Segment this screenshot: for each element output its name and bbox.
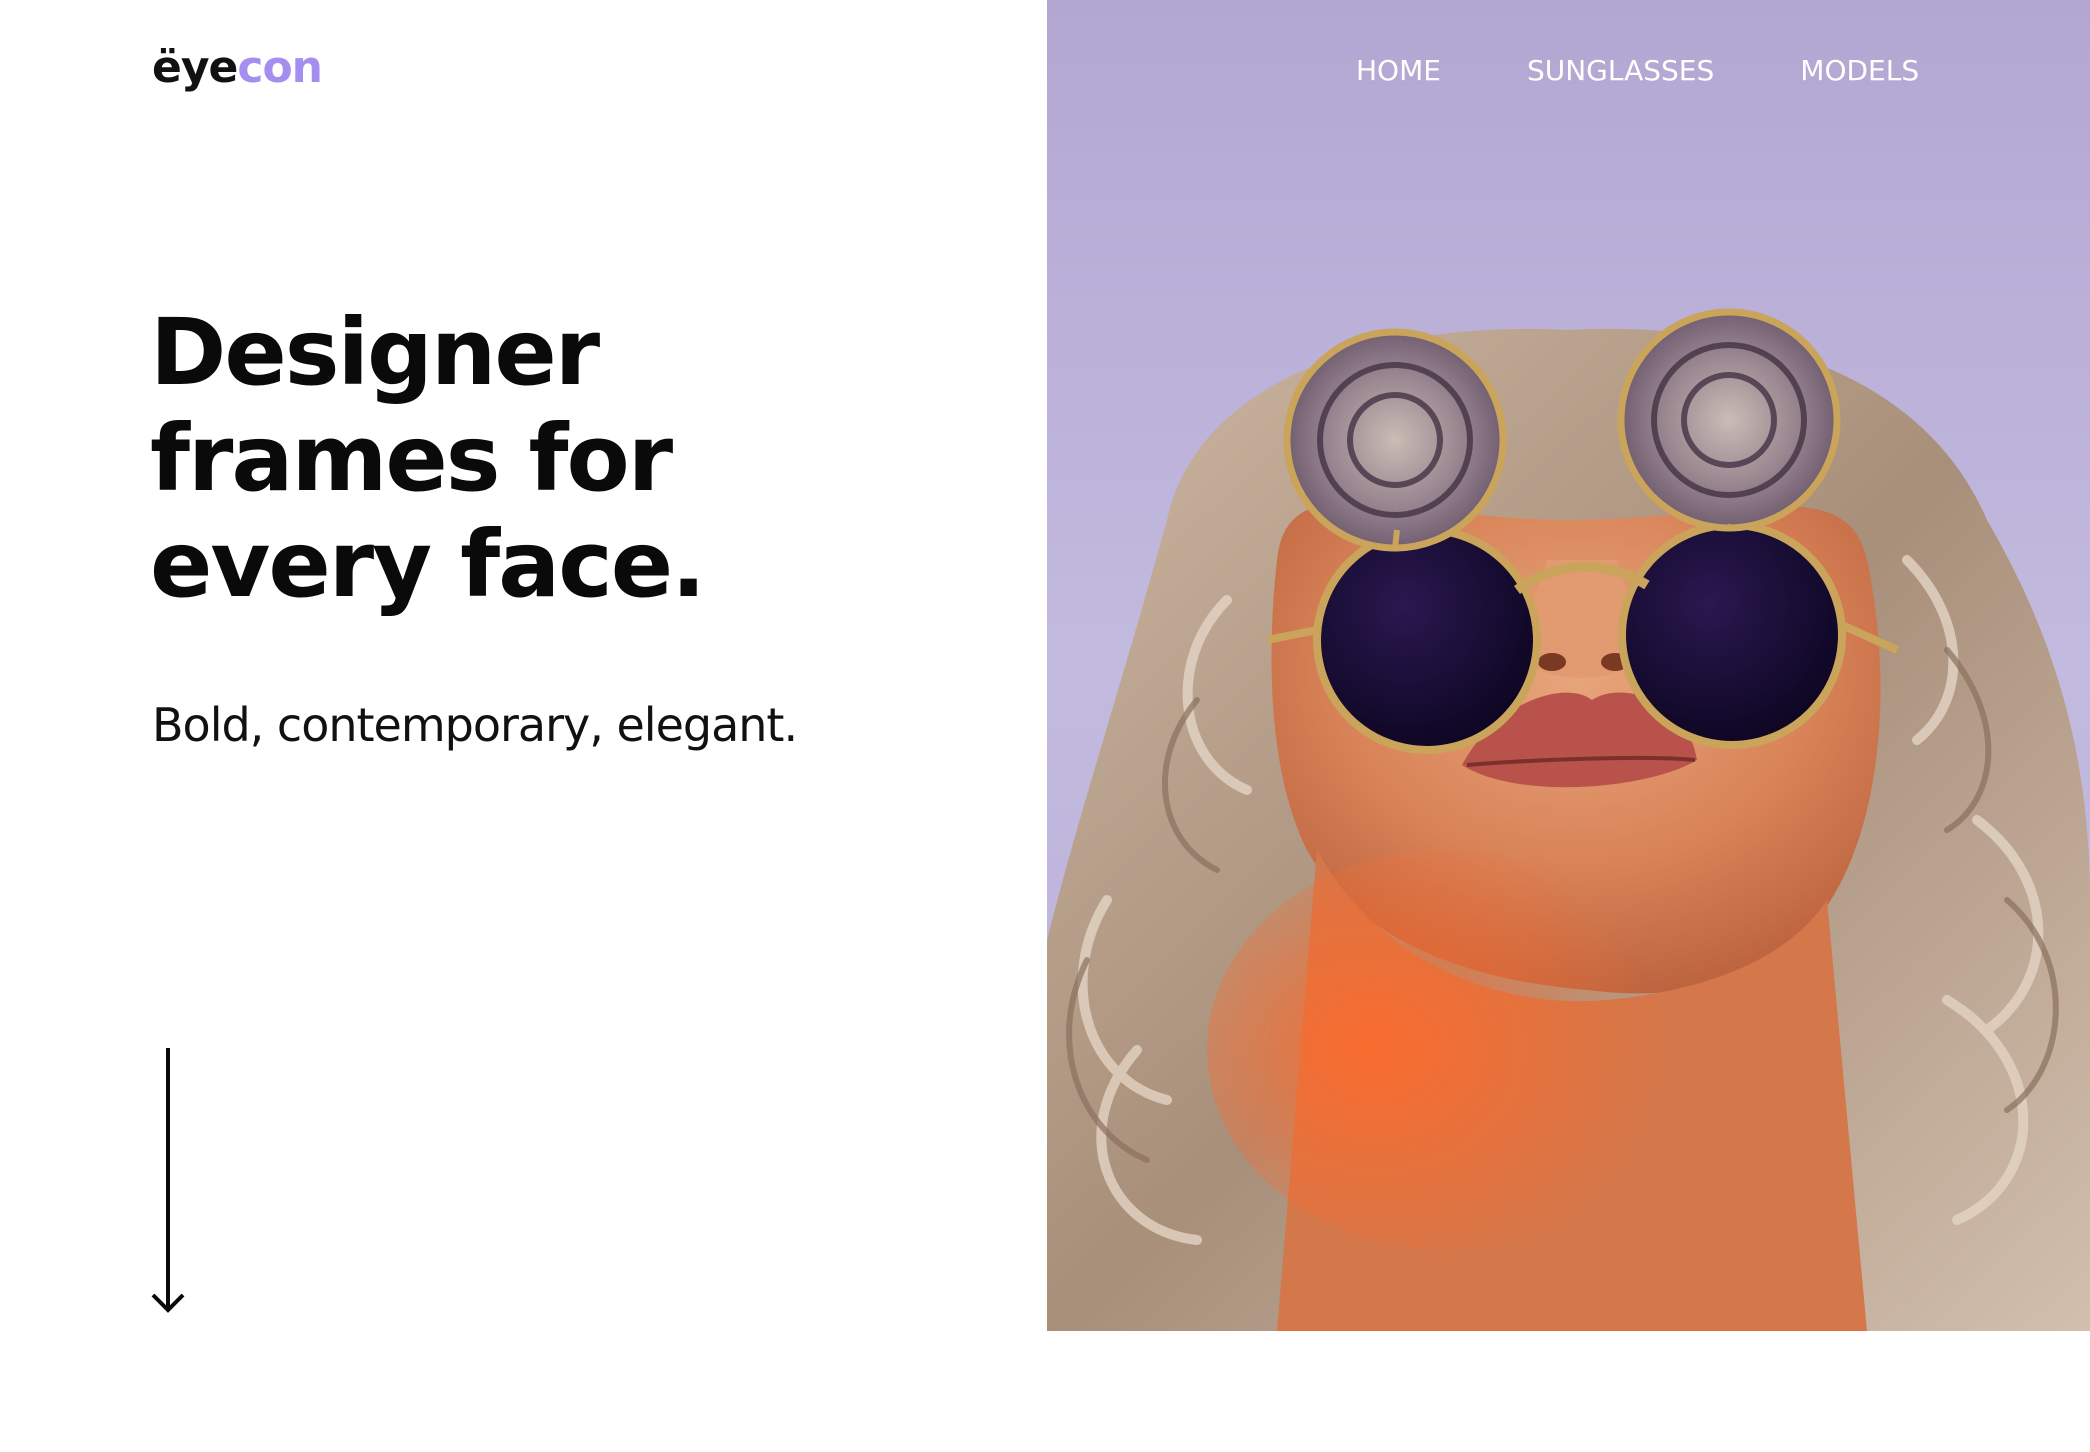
hero-headline: Designer frames for every face. (150, 300, 1030, 618)
nav-item-home[interactable]: HOME (1356, 48, 1441, 94)
arrow-down-icon (151, 1048, 185, 1313)
logo-text-accent: con (237, 42, 323, 93)
scroll-down-button[interactable] (148, 1046, 188, 1316)
logo-text-primary: ëye (152, 42, 238, 93)
hero-subheadline: Bold, contemporary, elegant. (152, 698, 798, 752)
hero-image (1047, 0, 2090, 1331)
main-nav: HOME SUNGLASSES MODELS (1356, 48, 1919, 94)
headline-line-1: Designer (150, 299, 600, 406)
nav-item-models[interactable]: MODELS (1800, 48, 1919, 94)
landing-page: ëyecon Designer frames for every face. B… (0, 0, 2090, 1452)
brand-logo[interactable]: ëyecon (152, 38, 323, 98)
headline-line-3: every face. (150, 511, 706, 618)
headline-line-2: frames for (150, 405, 673, 512)
nav-item-sunglasses[interactable]: SUNGLASSES (1527, 48, 1714, 94)
model-photo-illustration (1047, 0, 2090, 1331)
